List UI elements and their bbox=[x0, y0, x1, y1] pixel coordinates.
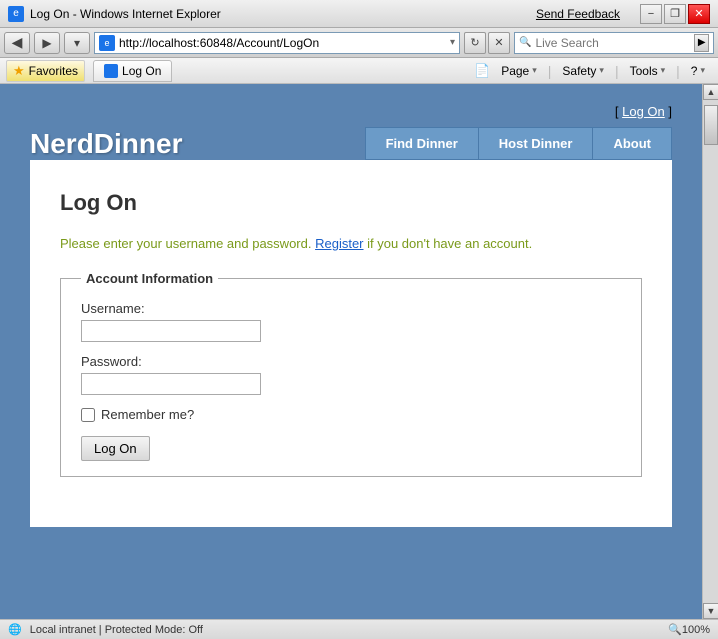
safety-dropdown-icon: ▾ bbox=[599, 65, 604, 76]
browser-content: NerdDinner [ Log On ] Find Dinner Host D… bbox=[0, 84, 718, 619]
browser-icon: e bbox=[8, 6, 24, 22]
intro-text-prefix: Please enter your username and password. bbox=[60, 236, 315, 251]
status-icon: 🌐 bbox=[8, 623, 22, 636]
status-bar: 🌐 Local intranet | Protected Mode: Off 🔍… bbox=[0, 619, 718, 639]
address-dropdown-btn[interactable]: ▾ bbox=[450, 37, 455, 48]
username-input[interactable] bbox=[81, 320, 261, 342]
address-bar: ◀ ▶ ▾ e ▾ ↻ ✕ 🔍 ▶ bbox=[0, 28, 718, 58]
favorites-bar: ★ Favorites Log On 📄 Page ▾ | Safety ▾ |… bbox=[0, 58, 718, 84]
app-title: NerdDinner bbox=[30, 128, 182, 160]
register-link[interactable]: Register bbox=[315, 236, 363, 251]
page-button[interactable]: Page ▾ bbox=[494, 61, 544, 81]
favorites-label: Favorites bbox=[29, 64, 78, 78]
app-header: NerdDinner [ Log On ] Find Dinner Host D… bbox=[0, 84, 702, 160]
scroll-up-button[interactable]: ▲ bbox=[703, 84, 718, 100]
fieldset-legend: Account Information bbox=[81, 271, 218, 286]
help-dropdown-icon: ▾ bbox=[700, 65, 705, 76]
log-on-header-link: [ Log On ] bbox=[615, 104, 672, 119]
header-right: [ Log On ] Find Dinner Host Dinner About bbox=[365, 104, 672, 160]
status-right: 🔍100% bbox=[668, 623, 710, 636]
tab-page-icon bbox=[104, 64, 118, 78]
scroll-thumb[interactable] bbox=[704, 105, 718, 145]
divider3: | bbox=[676, 63, 680, 79]
live-search-icon: 🔍 bbox=[519, 37, 531, 48]
live-search-wrap: 🔍 ▶ bbox=[514, 32, 714, 54]
page-icon: e bbox=[99, 35, 115, 51]
back-button[interactable]: ◀ bbox=[4, 32, 30, 54]
username-label: Username: bbox=[81, 301, 621, 316]
password-label: Password: bbox=[81, 354, 621, 369]
scrollbar: ▲ ▼ bbox=[702, 84, 718, 619]
intro-text-suffix: if you don't have an account. bbox=[364, 236, 533, 251]
log-on-button[interactable]: Log On bbox=[81, 436, 150, 461]
favorites-button[interactable]: ★ Favorites bbox=[6, 60, 85, 82]
log-on-suffix: ] bbox=[665, 104, 672, 119]
page-button-icon: 📄 bbox=[474, 63, 490, 79]
nav-find-dinner[interactable]: Find Dinner bbox=[365, 127, 478, 160]
page-label: Page bbox=[501, 64, 529, 78]
address-input[interactable] bbox=[119, 36, 450, 50]
send-feedback-link[interactable]: Send Feedback bbox=[536, 7, 620, 21]
remember-label: Remember me? bbox=[101, 407, 194, 422]
window-title: Log On - Windows Internet Explorer bbox=[30, 7, 221, 21]
main-content: NerdDinner [ Log On ] Find Dinner Host D… bbox=[0, 84, 702, 619]
password-row: Password: bbox=[81, 354, 621, 395]
star-icon: ★ bbox=[13, 63, 25, 79]
nav-host-dinner[interactable]: Host Dinner bbox=[478, 127, 593, 160]
dropdown-button[interactable]: ▾ bbox=[64, 32, 90, 54]
address-input-wrap: e ▾ bbox=[94, 32, 460, 54]
tools-button[interactable]: Tools ▾ bbox=[623, 61, 673, 81]
nav-about[interactable]: About bbox=[592, 127, 672, 160]
scroll-down-button[interactable]: ▼ bbox=[703, 603, 718, 619]
restore-button[interactable]: ❐ bbox=[664, 4, 686, 24]
close-button[interactable]: ✕ bbox=[688, 4, 710, 24]
password-input[interactable] bbox=[81, 373, 261, 395]
live-search-input[interactable] bbox=[535, 36, 690, 50]
tab-label: Log On bbox=[122, 64, 161, 78]
account-fieldset: Account Information Username: Password: … bbox=[60, 271, 642, 477]
title-bar: e Log On - Windows Internet Explorer Sen… bbox=[0, 0, 718, 28]
tools-dropdown-icon: ▾ bbox=[661, 65, 666, 76]
help-label: ? bbox=[691, 64, 698, 78]
divider: | bbox=[548, 63, 552, 79]
current-tab[interactable]: Log On bbox=[93, 60, 172, 82]
log-on-header-anchor[interactable]: Log On bbox=[622, 104, 665, 119]
app-container: NerdDinner [ Log On ] Find Dinner Host D… bbox=[0, 84, 702, 619]
tools-label: Tools bbox=[630, 64, 658, 78]
status-zone: Local intranet | Protected Mode: Off bbox=[30, 624, 203, 636]
page-dropdown-icon: ▾ bbox=[532, 65, 537, 76]
remember-checkbox[interactable] bbox=[81, 408, 95, 422]
scroll-track[interactable] bbox=[703, 100, 718, 603]
nav-buttons: Find Dinner Host Dinner About bbox=[365, 127, 672, 160]
safety-button[interactable]: Safety ▾ bbox=[555, 61, 611, 81]
forward-button[interactable]: ▶ bbox=[34, 32, 60, 54]
zoom-level[interactable]: 🔍100% bbox=[668, 623, 710, 636]
page-title: Log On bbox=[60, 190, 642, 216]
refresh-button[interactable]: ↻ bbox=[464, 32, 486, 54]
username-row: Username: bbox=[81, 301, 621, 342]
remember-row: Remember me? bbox=[81, 407, 621, 422]
app-body: Log On Please enter your username and pa… bbox=[30, 160, 672, 527]
safety-label: Safety bbox=[562, 64, 596, 78]
divider2: | bbox=[615, 63, 619, 79]
help-button[interactable]: ? ▾ bbox=[684, 61, 712, 81]
search-go-button[interactable]: ▶ bbox=[694, 34, 709, 52]
intro-text: Please enter your username and password.… bbox=[60, 236, 642, 251]
stop-button[interactable]: ✕ bbox=[488, 32, 510, 54]
toolbar-right: 📄 Page ▾ | Safety ▾ | Tools ▾ | ? ▾ bbox=[474, 61, 712, 81]
minimize-button[interactable]: − bbox=[640, 4, 662, 24]
